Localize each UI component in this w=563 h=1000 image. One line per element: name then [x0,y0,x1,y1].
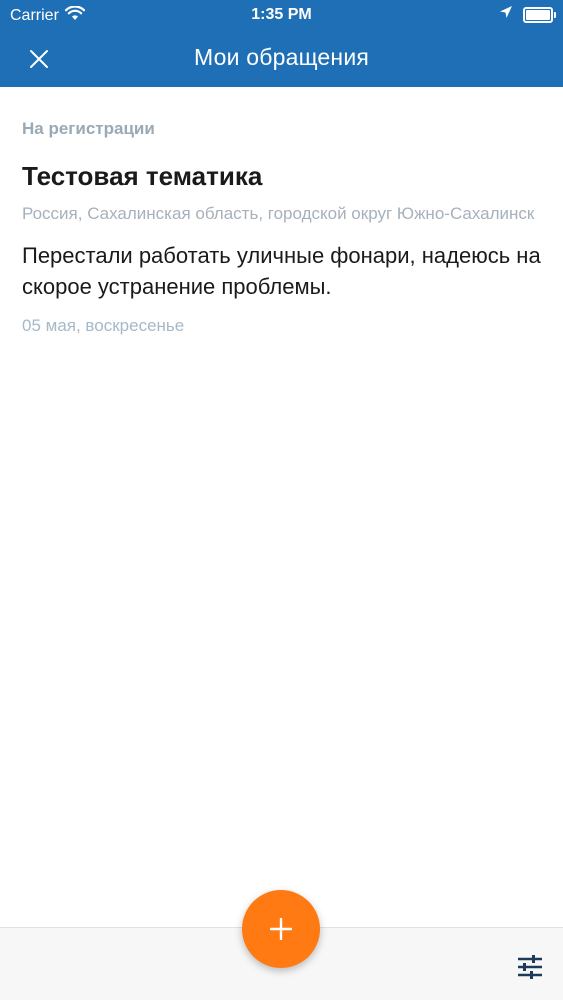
appeal-text: Перестали работать уличные фонари, надею… [22,243,541,299]
appeal-card[interactable]: На регистрации Тестовая тематика Россия,… [22,118,542,338]
appeal-date: 05 мая, воскресенье [22,316,185,335]
battery-fill [526,9,550,20]
status-right [499,5,556,24]
plus-icon [270,918,292,940]
status-time: 1:35 PM [251,6,312,23]
battery-icon [523,6,556,23]
appeal-address: Россия, Сахалинская область, городской о… [22,204,535,223]
appeal-status: На регистрации [22,119,155,138]
status-bar: Carrier 1:35 PM [0,0,563,30]
navigation-bar: Мои обращения [0,30,563,87]
filter-button[interactable] [515,952,545,982]
appeal-topic: Тестовая тематика [22,161,263,191]
page-title: Мои обращения [193,44,370,70]
location-arrow-icon [499,5,513,24]
top-bar: Carrier 1:35 PM Мои обращения [0,0,563,87]
sliders-icon [518,955,542,979]
add-appeal-button[interactable] [242,890,320,968]
